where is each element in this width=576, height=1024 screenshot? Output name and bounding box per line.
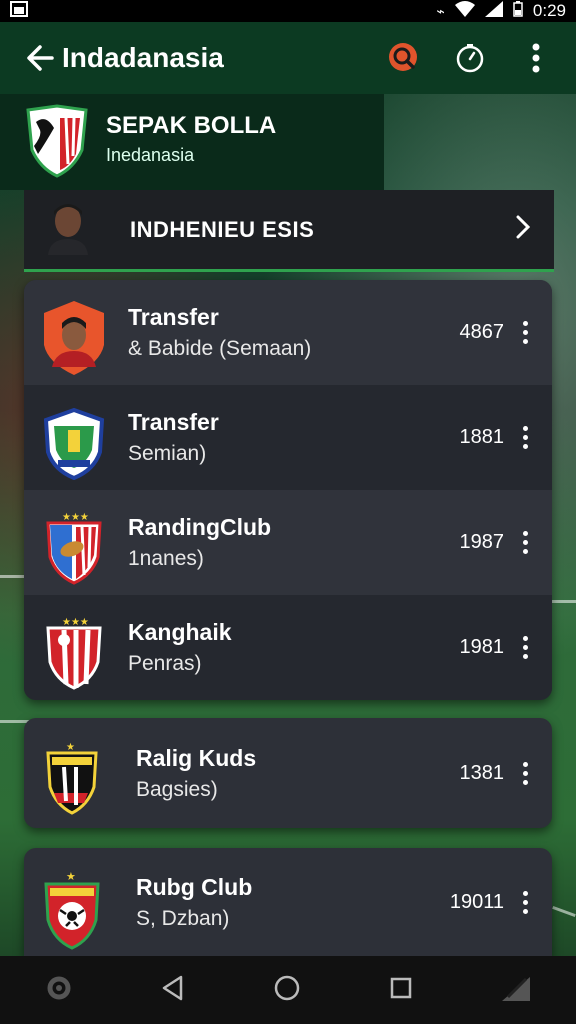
status-bar: ⌁ 0:29 [0,0,576,22]
item-title: Transfer [128,304,219,330]
app-bar: Indadanasia [0,22,576,94]
item-title: RandingClub [128,514,272,540]
club-crest-icon: ★ [44,741,108,815]
home-nav-icon[interactable] [273,974,301,1007]
notification-icon [10,0,28,22]
club-crest-icon: ★ [42,870,106,950]
more-vert-icon [532,43,540,73]
svg-text:★: ★ [66,871,76,883]
svg-text:★: ★ [66,742,75,753]
list-item[interactable]: Transfer & Babide (Semaan) 4867 [24,280,552,385]
club-card[interactable]: ★ Rubg Club S, Dzban) 19011 [24,848,552,956]
chevron-right-icon [516,215,531,244]
player-avatar [46,199,90,260]
svg-text:★★★: ★★★ [62,617,89,628]
svg-text:★★★: ★★★ [62,512,89,523]
list-item[interactable]: ★★★ Kanghaik Penras) 1981 [24,595,552,700]
club-crest-icon [42,406,106,480]
player-avatar [42,300,106,375]
item-title: Kanghaik [128,619,232,645]
search-icon [389,43,417,71]
league-crest-icon [24,104,90,183]
more-vert-button[interactable] [514,36,558,80]
timer-icon [456,44,484,73]
more-vert-icon[interactable] [520,636,530,659]
back-nav-icon[interactable] [161,975,185,1006]
card-subtitle: S, Dzban) [136,906,230,930]
edit-icon[interactable] [500,973,532,1008]
more-vert-icon[interactable] [520,321,530,344]
item-value: 4867 [459,321,505,343]
item-value: 1981 [459,636,505,658]
item-subtitle: & Babide (Semaan) [128,337,312,360]
club-crest-icon: ★★★ [42,511,106,585]
transfer-list: Transfer & Babide (Semaan) 4867 Transfer… [24,280,552,700]
battery-icon [513,0,523,22]
card-subtitle: Bagsies) [136,777,218,801]
pitch-line [552,600,576,603]
club-crest-icon: ★★★ [42,616,106,690]
recents-nav-icon[interactable] [389,976,413,1005]
more-vert-icon[interactable] [520,426,530,449]
card-value: 1381 [459,761,505,784]
item-subtitle: Penras) [128,652,202,675]
clock: 0:29 [532,1,566,20]
card-title: Rubg Club [136,873,253,900]
signal-icon [484,0,503,22]
league-subtitle: Inedanasia [106,145,195,165]
list-item[interactable]: ★★★ RandingClub 1nanes) 1987 [24,490,552,595]
more-vert-icon[interactable] [520,890,530,914]
search-button[interactable] [382,36,426,80]
item-title: Transfer [128,409,219,435]
card-value: 19011 [449,890,504,913]
timer-button[interactable] [448,36,492,80]
back-arrow-icon[interactable] [24,42,56,79]
club-card[interactable]: ★ Ralig Kuds Bagsies) 1381 [24,718,552,828]
list-item[interactable]: Transfer Semian) 1881 [24,385,552,490]
card-title: Ralig Kuds [136,744,257,771]
more-vert-icon[interactable] [520,531,530,554]
settings-gear-icon[interactable] [44,973,74,1008]
item-value: 1987 [459,531,505,553]
team-row[interactable]: INDHENIEU ESIS [24,190,554,272]
more-vert-icon[interactable] [520,761,530,785]
item-subtitle: Semian) [128,442,207,465]
team-name: INDHENIEU ESIS [130,216,315,242]
system-nav-bar [0,956,576,1024]
item-subtitle: 1nanes) [128,547,204,570]
page-title: Indadanasia [62,42,224,73]
item-value: 1881 [459,426,505,448]
league-title: SEPAK BOLLA [106,112,277,139]
wifi-icon [454,0,475,22]
vibrate-icon: ⌁ [436,2,445,19]
